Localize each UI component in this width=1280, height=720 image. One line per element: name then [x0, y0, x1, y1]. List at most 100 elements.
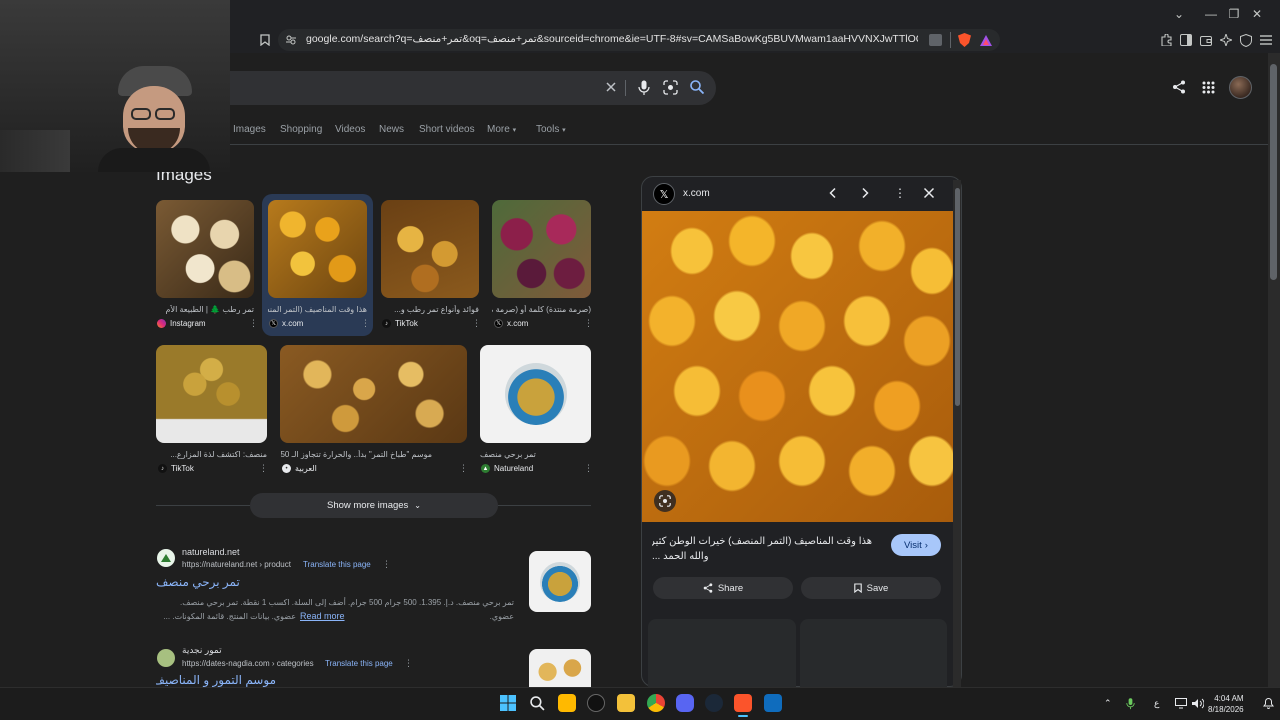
search-input[interactable]	[150, 71, 716, 105]
result-site-name[interactable]: تمور نجدية	[182, 645, 222, 656]
voice-search-icon[interactable]	[638, 80, 650, 95]
app-icon[interactable]	[764, 694, 782, 712]
widgets-icon[interactable]	[558, 694, 576, 712]
url-text[interactable]: google.com/search?q=تمر+منصف&oq=تمر+منصف…	[306, 33, 918, 47]
image-result-7[interactable]	[480, 345, 591, 443]
image-result-6[interactable]	[280, 345, 467, 443]
image-source[interactable]: 𝕏x.com	[269, 319, 303, 328]
brave-rewards-icon[interactable]	[978, 32, 994, 48]
network-icon[interactable]	[1175, 698, 1187, 709]
more-options-icon[interactable]: ⋮	[404, 658, 413, 669]
image-source[interactable]: • العربية	[282, 464, 317, 473]
more-options-icon[interactable]: ⋮	[459, 463, 468, 474]
discord-icon[interactable]	[676, 694, 694, 712]
result-thumbnail[interactable]	[529, 649, 591, 687]
image-source[interactable]: 𝕏x.com	[494, 319, 528, 328]
result-title[interactable]: تمر برحي منصف	[156, 575, 242, 589]
image-result-3[interactable]	[381, 200, 479, 298]
chrome-icon[interactable]	[647, 694, 665, 712]
account-avatar[interactable]	[1229, 76, 1252, 99]
menu-icon[interactable]	[1258, 32, 1274, 48]
preview-image[interactable]	[642, 211, 953, 522]
image-caption[interactable]: منصف: اكتشف لذة المزارع...	[156, 450, 267, 459]
page-scroll-thumb[interactable]	[1270, 64, 1277, 280]
notification-bell-icon[interactable]	[1263, 697, 1274, 709]
more-options-icon[interactable]: ⋮	[584, 318, 593, 329]
more-options-icon[interactable]: ⋮	[472, 318, 481, 329]
panel-scroll-thumb[interactable]	[955, 188, 960, 406]
share-button[interactable]: Share	[653, 577, 793, 599]
lens-search-icon[interactable]	[663, 80, 678, 95]
image-result-5[interactable]	[156, 345, 267, 443]
more-options-icon[interactable]: ⋮	[382, 559, 391, 570]
visit-button[interactable]: Visit ›	[891, 534, 941, 556]
sidebar-icon[interactable]	[1178, 32, 1194, 48]
image-caption[interactable]: فوائد وأنواع تمر رطب و...	[381, 305, 479, 314]
image-caption[interactable]: تمر رطب 🌲 | الطبيعة الأم	[156, 305, 254, 314]
show-more-images-button[interactable]: Show more images ⌄	[250, 493, 498, 518]
tab-shopping[interactable]: Shopping	[280, 124, 322, 135]
tab-news[interactable]: News	[379, 124, 404, 135]
steam-icon[interactable]	[705, 694, 723, 712]
result-url[interactable]: https://dates-nagdia.com › categories	[182, 659, 314, 668]
share-icon[interactable]	[1172, 80, 1186, 94]
brave-shield-icon[interactable]	[956, 32, 972, 48]
more-options-icon[interactable]: ⋮	[249, 318, 258, 329]
input-language[interactable]: ع	[1154, 698, 1159, 709]
image-caption[interactable]: موسم "طباخ التمر" بدأ.. والحرارة تتجاوز …	[280, 450, 432, 459]
taskbar-search-icon[interactable]	[530, 696, 545, 711]
image-source[interactable]: Instagram	[157, 319, 206, 328]
next-image-icon[interactable]	[859, 187, 871, 199]
image-result-4[interactable]	[492, 200, 591, 298]
translate-link[interactable]: Translate this page	[325, 659, 393, 668]
bookmark-icon[interactable]	[257, 32, 273, 48]
system-clock[interactable]: 4:04 AM 8/18/2026	[1208, 693, 1244, 715]
tab-more[interactable]: More ▾	[487, 124, 516, 135]
site-info-icon[interactable]	[283, 32, 299, 48]
brave-icon[interactable]	[734, 694, 752, 712]
image-source[interactable]: ♪ TikTok	[158, 464, 194, 473]
volume-icon[interactable]	[1192, 698, 1204, 709]
related-image-placeholder[interactable]	[800, 619, 947, 687]
read-more-link[interactable]: Read more	[300, 611, 345, 621]
more-options-icon[interactable]: ⋮	[894, 186, 906, 200]
microphone-icon[interactable]	[1126, 697, 1135, 710]
extensions-icon[interactable]	[1158, 32, 1174, 48]
lens-search-icon[interactable]	[654, 490, 676, 512]
translate-link[interactable]: Translate this page	[303, 560, 371, 569]
file-explorer-icon[interactable]	[617, 694, 635, 712]
image-caption[interactable]: (صرمة منتدة) كلمة أو (صرمة منتدة)	[492, 305, 591, 314]
tab-videos[interactable]: Videos	[335, 124, 365, 135]
more-options-icon[interactable]: ⋮	[361, 318, 370, 329]
image-result-2[interactable]	[268, 200, 367, 298]
translate-icon[interactable]	[927, 32, 943, 48]
image-source[interactable]: ▲ Natureland	[481, 464, 533, 473]
close-preview-icon[interactable]	[923, 187, 935, 199]
result-site-name[interactable]: natureland.net	[182, 547, 240, 557]
image-result-1[interactable]	[156, 200, 254, 298]
save-button[interactable]: Save	[801, 577, 941, 599]
start-button-icon[interactable]	[500, 695, 516, 711]
more-options-icon[interactable]: ⋮	[584, 463, 593, 474]
result-title[interactable]: موسم التمور و المناصيف	[156, 673, 276, 687]
github-icon[interactable]	[587, 694, 605, 712]
preview-title[interactable]: هذا وقت المناصيف (التمر المنصف) خيرات ال…	[652, 534, 872, 564]
image-caption[interactable]: هذا وقت المناصيف (التمر المنصف)	[268, 305, 367, 314]
search-icon[interactable]	[690, 80, 704, 94]
clear-search-icon[interactable]	[604, 80, 618, 94]
image-caption[interactable]: تمر برحي منصف	[480, 450, 591, 459]
vpn-shield-icon[interactable]	[1238, 32, 1254, 48]
image-source[interactable]: ♪ TikTok	[382, 319, 418, 328]
tab-images[interactable]: Images	[233, 124, 266, 135]
result-thumbnail[interactable]	[529, 551, 591, 612]
result-url[interactable]: https://natureland.net › product	[182, 560, 291, 569]
preview-source[interactable]: x.com	[683, 188, 710, 199]
tab-short-videos[interactable]: Short videos	[419, 124, 475, 135]
related-image-placeholder[interactable]	[648, 619, 796, 687]
chevron-up-icon[interactable]: ⌃	[1104, 698, 1112, 709]
wallet-icon[interactable]	[1198, 32, 1214, 48]
previous-image-icon[interactable]	[827, 187, 839, 199]
apps-grid-icon[interactable]	[1202, 81, 1215, 94]
more-options-icon[interactable]: ⋮	[259, 463, 268, 474]
close-window-button[interactable]: ✕	[1234, 0, 1280, 27]
